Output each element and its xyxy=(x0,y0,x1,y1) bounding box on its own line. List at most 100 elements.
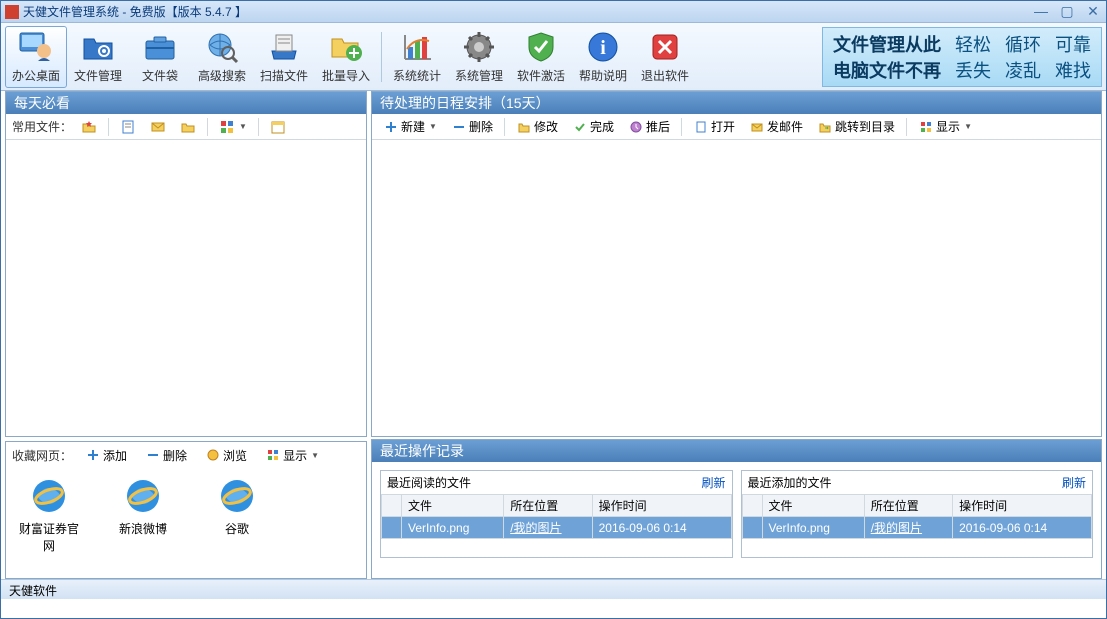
grid-icon xyxy=(918,119,934,135)
banner-text: 轻松 xyxy=(955,31,991,57)
ie-icon xyxy=(29,476,69,516)
schedule-display-button[interactable]: 显示▼ xyxy=(913,115,977,138)
status-text: 天健软件 xyxy=(9,584,57,598)
mail-icon xyxy=(749,119,765,135)
schedule-panel: 待处理的日程安排（15天） 新建▼ 删除 修改 完成 推后 打开 发邮件 跳转到… xyxy=(371,91,1102,437)
banner-text: 可靠 xyxy=(1055,31,1091,57)
toolbar-batch-import[interactable]: 批量导入 xyxy=(315,26,377,88)
bookmark-item[interactable]: 新浪微博 xyxy=(108,476,178,554)
schedule-jumpdir-button[interactable]: 跳转到目录 xyxy=(812,115,900,138)
common-folder2-button[interactable] xyxy=(175,116,201,138)
info-icon: i xyxy=(585,29,621,65)
common-files-label: 常用文件： xyxy=(12,118,72,135)
gear-icon xyxy=(461,29,497,65)
toolbar-exit[interactable]: 退出软件 xyxy=(634,26,696,88)
bookmark-body: 财富证券官网 新浪微博 谷歌 xyxy=(6,468,366,562)
toolbar-label: 软件激活 xyxy=(517,67,565,84)
recent-add-title: 最近添加的文件 xyxy=(748,474,832,491)
col-location[interactable]: 所在位置 xyxy=(864,495,952,517)
check-icon xyxy=(572,119,588,135)
minus-icon xyxy=(145,447,161,463)
banner-text: 凌乱 xyxy=(1005,57,1041,83)
toolbar-label: 扫描文件 xyxy=(260,67,308,84)
daily-body xyxy=(6,140,366,436)
toolbar-scan-file[interactable]: 扫描文件 xyxy=(253,26,315,88)
banner-text: 电脑文件不再 xyxy=(833,57,941,83)
toolbar-activate[interactable]: 软件激活 xyxy=(510,26,572,88)
schedule-sendmail-button[interactable]: 发邮件 xyxy=(744,115,808,138)
bookmark-item-label: 谷歌 xyxy=(225,520,249,537)
chevron-down-icon: ▼ xyxy=(311,451,319,460)
toolbar-statistics[interactable]: 系统统计 xyxy=(386,26,448,88)
bookmark-delete-button[interactable]: 删除 xyxy=(140,444,192,467)
bookmark-item[interactable]: 财富证券官网 xyxy=(14,476,84,554)
toolbar-advanced-search[interactable]: 高级搜索 xyxy=(191,26,253,88)
toolbar-file-bag[interactable]: 文件袋 xyxy=(129,26,191,88)
col-file[interactable]: 文件 xyxy=(402,495,504,517)
minimize-button[interactable]: — xyxy=(1032,5,1050,19)
table-row[interactable]: VerInfo.png /我的图片 2016-09-06 0:14 xyxy=(382,517,732,539)
common-display-button[interactable]: ▼ xyxy=(214,116,252,138)
schedule-new-button[interactable]: 新建▼ xyxy=(378,115,442,138)
banner-text: 循环 xyxy=(1005,31,1041,57)
recent-panel-header: 最近操作记录 xyxy=(372,440,1101,462)
schedule-postpone-button[interactable]: 推后 xyxy=(623,115,675,138)
plus-icon xyxy=(383,119,399,135)
daily-panel: 每天必看 常用文件： ▼ xyxy=(5,91,367,437)
close-button[interactable]: ✕ xyxy=(1084,5,1102,19)
shield-check-icon xyxy=(523,29,559,65)
chevron-down-icon: ▼ xyxy=(239,122,247,131)
toolbar-system-manage[interactable]: 系统管理 xyxy=(448,26,510,88)
recent-panel: 最近操作记录 最近阅读的文件 刷新 文件 所在位置 操作时间 xyxy=(371,439,1102,579)
cell-file: VerInfo.png xyxy=(762,517,864,539)
table-row[interactable]: VerInfo.png /我的图片 2016-09-06 0:14 xyxy=(742,517,1092,539)
col-time[interactable]: 操作时间 xyxy=(592,495,731,517)
col-file[interactable]: 文件 xyxy=(762,495,864,517)
common-mail-button[interactable] xyxy=(145,116,171,138)
bookmark-toolbar: 收藏网页： 添加 删除 浏览 显示▼ xyxy=(6,442,366,468)
schedule-complete-button[interactable]: 完成 xyxy=(567,115,619,138)
toolbar-file-manage[interactable]: 文件管理 xyxy=(67,26,129,88)
main-toolbar: 办公桌面 文件管理 文件袋 高级搜索 扫描文件 xyxy=(1,23,1106,91)
grid-icon xyxy=(265,447,281,463)
banner-text: 丢失 xyxy=(955,57,991,83)
globe-search-icon xyxy=(204,29,240,65)
toolbar-label: 高级搜索 xyxy=(198,67,246,84)
globe-icon xyxy=(205,447,221,463)
recent-refresh-link[interactable]: 刷新 xyxy=(701,474,725,491)
recent-add-table: 文件 所在位置 操作时间 VerInfo.png /我的图片 2016-09-0… xyxy=(742,494,1093,539)
statusbar: 天健软件 xyxy=(1,579,1106,599)
folder-star-icon xyxy=(81,119,97,135)
bookmark-add-button[interactable]: 添加 xyxy=(80,444,132,467)
toolbar-help[interactable]: i 帮助说明 xyxy=(572,26,634,88)
scanner-icon xyxy=(266,29,302,65)
schedule-open-button[interactable]: 打开 xyxy=(688,115,740,138)
common-calendar-button[interactable] xyxy=(265,116,291,138)
recent-read-title: 最近阅读的文件 xyxy=(387,474,471,491)
plus-icon xyxy=(85,447,101,463)
col-time[interactable]: 操作时间 xyxy=(953,495,1092,517)
col-location[interactable]: 所在位置 xyxy=(504,495,592,517)
common-doc-button[interactable] xyxy=(115,116,141,138)
window-title: 天健文件管理系统 - 免费版【版本 5.4.7 】 xyxy=(23,3,1032,20)
svg-text:i: i xyxy=(600,37,606,59)
schedule-modify-button[interactable]: 修改 xyxy=(511,115,563,138)
schedule-body xyxy=(372,140,1101,436)
schedule-delete-button[interactable]: 删除 xyxy=(446,115,498,138)
bookmark-display-button[interactable]: 显示▼ xyxy=(260,444,324,467)
recent-refresh-link[interactable]: 刷新 xyxy=(1062,474,1086,491)
folder-icon xyxy=(516,119,532,135)
minus-icon xyxy=(451,119,467,135)
recent-read-table: 文件 所在位置 操作时间 VerInfo.png /我的图片 2016-09-0… xyxy=(381,494,732,539)
banner-text: 文件管理从此 xyxy=(833,31,941,57)
mail-icon xyxy=(150,119,166,135)
bookmark-browse-button[interactable]: 浏览 xyxy=(200,444,252,467)
banner: 文件管理从此 轻松 循环 可靠 电脑文件不再 丢失 凌乱 难找 xyxy=(822,27,1102,87)
toolbar-office-desktop[interactable]: 办公桌面 xyxy=(5,26,67,88)
maximize-button[interactable]: ▢ xyxy=(1058,5,1076,19)
chart-icon xyxy=(399,29,435,65)
common-folder-button[interactable] xyxy=(76,116,102,138)
chevron-down-icon: ▼ xyxy=(429,122,437,131)
bookmark-item[interactable]: 谷歌 xyxy=(202,476,272,554)
daily-toolbar: 常用文件： ▼ xyxy=(6,114,366,140)
